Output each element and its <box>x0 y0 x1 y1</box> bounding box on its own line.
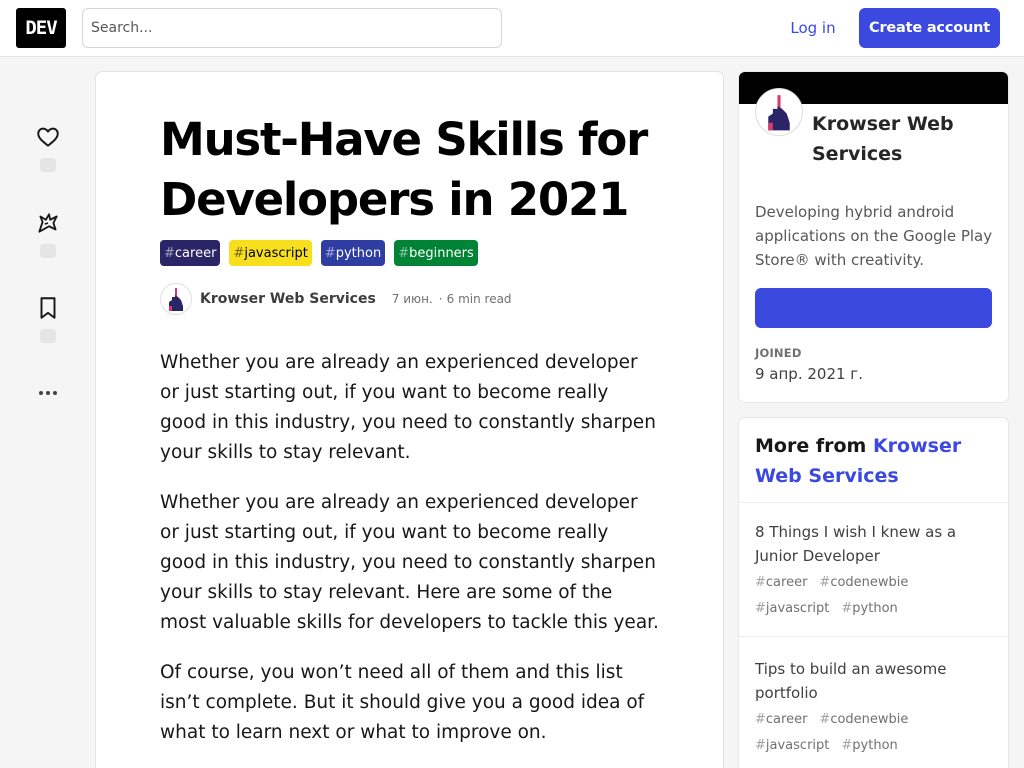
tag-hash: # <box>164 245 175 261</box>
paragraph: Whether you are already an experienced d… <box>160 352 656 463</box>
top-header: DEV Log in Create account <box>0 0 1024 57</box>
tag-hash: # <box>841 738 853 753</box>
tag-python[interactable]: #python <box>841 598 897 620</box>
ellipsis-icon <box>39 391 57 395</box>
tag-career[interactable]: #career <box>160 240 221 266</box>
tag-label: codenewbie <box>830 712 909 727</box>
tag-hash: # <box>819 712 831 727</box>
article-title: Must-Have Skills for Developers in 2021 <box>160 113 648 226</box>
tag-python[interactable]: #python <box>320 240 386 266</box>
tag-hash: # <box>324 245 336 261</box>
tag-javascript[interactable]: #javascript <box>229 240 312 266</box>
bookmark-reaction[interactable] <box>33 295 63 343</box>
tag-label: python <box>852 738 898 753</box>
tag-hash: # <box>841 601 853 616</box>
joined-label: JOINED <box>755 346 802 360</box>
tag-career[interactable]: #career <box>755 709 807 731</box>
tag-hash: # <box>398 245 410 261</box>
tag-label: career <box>765 575 808 590</box>
author-logo-icon <box>169 288 183 311</box>
tag-hash: # <box>755 575 766 590</box>
tag-hash: # <box>755 738 766 753</box>
tag-javascript[interactable]: #javascript <box>755 598 829 620</box>
more-item-title[interactable]: 8 Things I wish I knew as a Junior Devel… <box>755 520 992 568</box>
author-row: Krowser Web Services 7 июн. · 6 min read <box>160 283 512 315</box>
like-reaction[interactable] <box>33 124 63 172</box>
read-time: 6 min read <box>446 292 512 306</box>
more-item-title[interactable]: Tips to build an awesome portfolio <box>755 657 992 705</box>
dev-logo[interactable]: DEV <box>16 8 66 48</box>
tag-label: javascript <box>765 601 830 616</box>
unicorn-reaction[interactable] <box>33 210 63 258</box>
author-name[interactable]: Krowser Web Services <box>200 291 376 307</box>
tag-hash: # <box>755 601 766 616</box>
more-actions-button[interactable] <box>36 383 60 403</box>
more-from-card: More from Krowser Web Services 8 Things … <box>739 418 1008 768</box>
tag-hash: # <box>755 712 766 727</box>
more-from-item[interactable]: 8 Things I wish I knew as a Junior Devel… <box>739 504 1008 637</box>
tag-label: javascript <box>244 245 308 261</box>
article-body: Whether you are already an experienced d… <box>160 348 660 768</box>
meta-separator: · <box>438 292 443 306</box>
tag-label: career <box>174 245 217 261</box>
publish-date: 7 июн. <box>391 292 433 306</box>
tag-hash: # <box>819 575 831 590</box>
more-from-item[interactable]: Tips to build an awesome portfolio #care… <box>739 641 1008 768</box>
tag-javascript[interactable]: #javascript <box>755 735 829 757</box>
article-tags: # career # javascript # python # beginners <box>160 240 478 266</box>
tag-codenewbie[interactable]: #codenewbie <box>819 572 908 594</box>
login-link[interactable]: Log in <box>776 8 850 48</box>
author-profile-card: Krowser Web Services Developing hybrid a… <box>739 72 1008 402</box>
article-card: Must-Have Skills for Developers in 2021 … <box>96 72 723 768</box>
paragraph: Whether you are already an experienced d… <box>160 492 659 633</box>
tag-python[interactable]: #python <box>841 735 897 757</box>
profile-description: Developing hybrid android applications o… <box>755 203 993 269</box>
author-logo-icon <box>768 95 790 131</box>
author-avatar[interactable] <box>160 283 192 315</box>
unicorn-count-placeholder <box>40 244 56 258</box>
tag-hash: # <box>233 245 245 261</box>
tag-beginners[interactable]: # beginners <box>394 240 478 266</box>
paragraph: Of course, you won’t need all of them an… <box>160 662 645 743</box>
more-from-heading: More from Krowser Web Services <box>739 418 1008 503</box>
tag-codenewbie[interactable]: #codenewbie <box>819 709 908 731</box>
create-account-button[interactable]: Create account <box>859 8 1000 48</box>
bookmark-icon <box>40 297 56 319</box>
tag-label: python <box>852 601 898 616</box>
bookmark-count-placeholder <box>40 329 56 343</box>
tag-label: javascript <box>765 738 830 753</box>
joined-date: 9 апр. 2021 г. <box>755 365 863 383</box>
tag-label: codenewbie <box>830 575 909 590</box>
tag-label: career <box>765 712 808 727</box>
heart-icon <box>37 127 59 147</box>
search-input[interactable] <box>82 8 502 48</box>
tag-label: python <box>335 245 382 261</box>
follow-button[interactable] <box>755 288 992 328</box>
tag-label: beginners <box>409 245 474 261</box>
profile-avatar[interactable] <box>755 88 803 136</box>
profile-name[interactable]: Krowser Web Services <box>812 109 992 169</box>
more-from-prefix: More from <box>755 435 867 457</box>
unicorn-icon <box>38 213 58 233</box>
more-item-tags: #career #codenewbie #javascript #python <box>755 572 992 620</box>
tag-career[interactable]: #career <box>755 572 807 594</box>
more-item-tags: #career #codenewbie #javascript #python <box>755 709 992 757</box>
like-count-placeholder <box>40 158 56 172</box>
